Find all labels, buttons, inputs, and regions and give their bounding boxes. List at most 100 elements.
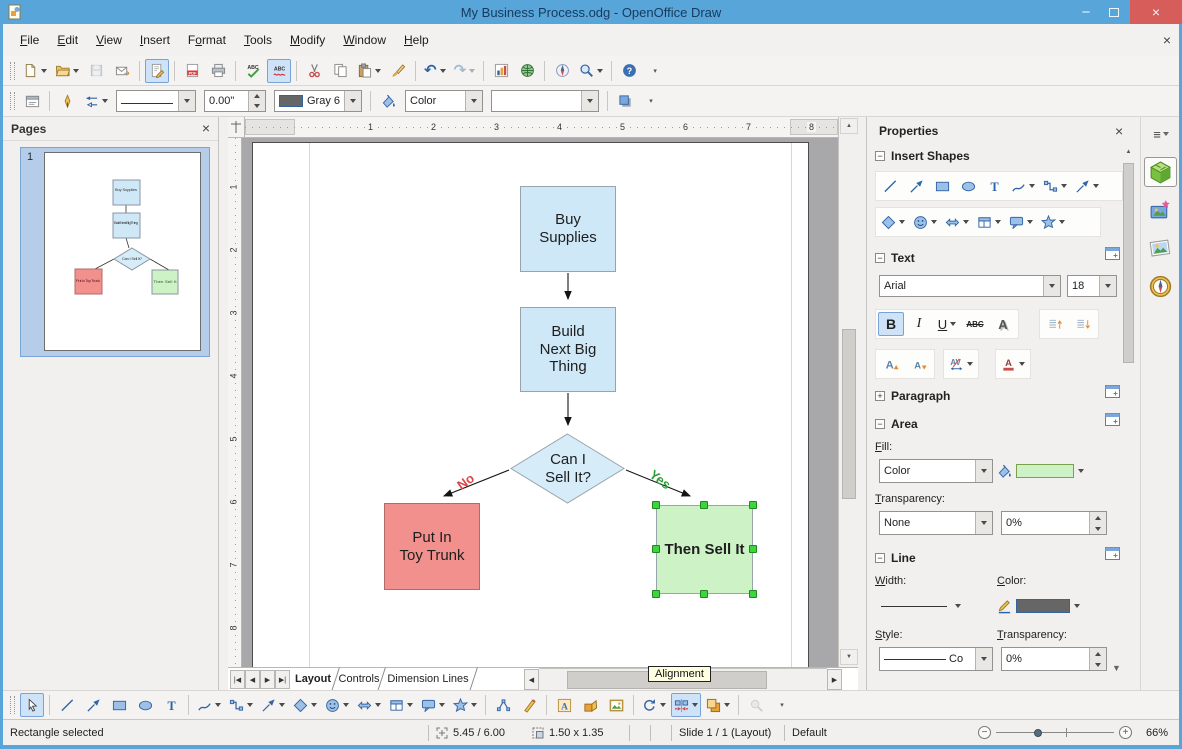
menu-format[interactable]: Format bbox=[179, 28, 235, 52]
selection-handle[interactable] bbox=[749, 590, 757, 598]
menu-insert[interactable]: Insert bbox=[131, 28, 179, 52]
increase-para-spacing-button[interactable] bbox=[1042, 312, 1068, 336]
tab-layout[interactable]: Layout bbox=[290, 668, 336, 690]
curve-button[interactable] bbox=[194, 693, 224, 717]
symbol-shapes-button[interactable] bbox=[322, 693, 352, 717]
char-spacing-button[interactable]: AV bbox=[946, 352, 976, 376]
menu-file[interactable]: File bbox=[11, 28, 48, 52]
area-dialog-launcher-icon[interactable] bbox=[1105, 413, 1120, 431]
collapse-icon[interactable]: − bbox=[875, 151, 885, 161]
chevron-down-icon[interactable] bbox=[1029, 184, 1035, 188]
block-arrows-button[interactable] bbox=[942, 210, 972, 234]
copy-button[interactable] bbox=[328, 59, 352, 83]
font-shadow-button[interactable]: A bbox=[990, 312, 1016, 336]
toolbar-options-button[interactable]: ▾ bbox=[639, 89, 663, 113]
chevron-down-icon[interactable] bbox=[343, 703, 349, 707]
chevron-down-icon[interactable] bbox=[581, 91, 598, 111]
shrink-font-button[interactable]: A bbox=[906, 352, 932, 376]
line-style-select[interactable]: Co bbox=[879, 647, 993, 671]
help-button[interactable]: ? bbox=[617, 59, 641, 83]
chevron-down-icon[interactable] bbox=[41, 69, 47, 73]
tab-controls[interactable]: Controls bbox=[336, 668, 382, 690]
scroll-up-icon[interactable]: ▲ bbox=[840, 118, 858, 134]
email-button[interactable] bbox=[110, 59, 134, 83]
line-button[interactable] bbox=[55, 693, 79, 717]
properties-tab[interactable] bbox=[1144, 157, 1177, 187]
chevron-down-icon[interactable] bbox=[597, 69, 603, 73]
zoom-out-icon[interactable]: − bbox=[978, 726, 991, 739]
chevron-down-icon[interactable] bbox=[469, 69, 475, 73]
scroll-right-icon[interactable]: ▶ bbox=[827, 669, 842, 690]
fill-can-icon[interactable] bbox=[376, 89, 400, 113]
chevron-down-icon[interactable] bbox=[407, 703, 413, 707]
selection-handle[interactable] bbox=[652, 545, 660, 553]
rectangle-button[interactable] bbox=[930, 174, 954, 198]
menu-tools[interactable]: Tools bbox=[235, 28, 281, 52]
menu-window[interactable]: Window bbox=[334, 28, 395, 52]
chevron-down-icon[interactable] bbox=[899, 220, 905, 224]
chevron-down-icon[interactable] bbox=[995, 220, 1001, 224]
close-properties-icon[interactable]: × bbox=[1115, 124, 1123, 139]
minimize-button[interactable]: − bbox=[1072, 0, 1100, 24]
flow-box-yes[interactable]: Then Sell It bbox=[656, 505, 753, 594]
chevron-down-icon[interactable] bbox=[247, 703, 253, 707]
transparency-type-select[interactable]: None bbox=[879, 511, 993, 535]
previous-page-button[interactable]: ◀ bbox=[245, 670, 260, 689]
sidebar-menu-icon[interactable]: ≡ bbox=[1148, 125, 1174, 143]
chevron-down-icon[interactable] bbox=[724, 703, 730, 707]
chevron-down-icon[interactable] bbox=[975, 512, 992, 534]
menu-view[interactable]: View bbox=[87, 28, 131, 52]
menu-help[interactable]: Help bbox=[395, 28, 438, 52]
chevron-down-icon[interactable] bbox=[215, 703, 221, 707]
export-pdf-button[interactable]: PDF bbox=[180, 59, 204, 83]
stars-button[interactable] bbox=[450, 693, 480, 717]
chevron-down-icon[interactable] bbox=[975, 460, 992, 482]
open-button[interactable] bbox=[52, 59, 82, 83]
chevron-down-icon[interactable] bbox=[311, 703, 317, 707]
flow-box-build[interactable]: Build Next Big Thing bbox=[520, 307, 616, 392]
connector-button[interactable] bbox=[1040, 174, 1070, 198]
paragraph-dialog-launcher-icon[interactable] bbox=[1105, 385, 1120, 403]
arrow-button[interactable] bbox=[904, 174, 928, 198]
decrease-para-spacing-button[interactable] bbox=[1070, 312, 1096, 336]
fontwork-button[interactable]: A bbox=[552, 693, 576, 717]
connector-button[interactable] bbox=[226, 693, 256, 717]
chevron-down-icon[interactable] bbox=[1043, 276, 1060, 296]
chevron-down-icon[interactable] bbox=[1019, 362, 1025, 366]
text-button[interactable]: T bbox=[982, 174, 1006, 198]
selection-handle[interactable] bbox=[700, 501, 708, 509]
selection-handle[interactable] bbox=[700, 590, 708, 598]
chevron-down-icon[interactable] bbox=[963, 220, 969, 224]
selection-handle[interactable] bbox=[652, 590, 660, 598]
page-thumbnail-selected[interactable]: 1 Buy Supplies Build Next Big Thing bbox=[20, 147, 210, 357]
pen-button[interactable] bbox=[55, 89, 79, 113]
fill-color-select[interactable] bbox=[491, 90, 599, 112]
extrusion-button[interactable] bbox=[578, 693, 602, 717]
text-button[interactable]: T bbox=[159, 693, 183, 717]
collapse-icon[interactable]: − bbox=[875, 253, 885, 263]
basic-shapes-button[interactable] bbox=[290, 693, 320, 717]
chevron-down-icon[interactable] bbox=[1059, 220, 1065, 224]
toolbar-options-button[interactable]: ▾ bbox=[770, 693, 794, 717]
scroll-down-icon[interactable]: ▼ bbox=[840, 649, 858, 665]
symbol-shapes-button[interactable] bbox=[910, 210, 940, 234]
chevron-down-icon[interactable] bbox=[102, 99, 108, 103]
chevron-down-icon[interactable] bbox=[279, 703, 285, 707]
chevron-down-icon[interactable] bbox=[931, 220, 937, 224]
text-dialog-launcher-icon[interactable] bbox=[1105, 247, 1120, 265]
selection-handle[interactable] bbox=[749, 545, 757, 553]
panel-scroll-down-icon[interactable]: ▼ bbox=[1112, 663, 1121, 673]
toolbar-options-button[interactable]: ▾ bbox=[643, 59, 667, 83]
chevron-down-icon[interactable] bbox=[344, 91, 361, 111]
close-document-icon[interactable]: × bbox=[1163, 33, 1171, 48]
toolbar-grip[interactable] bbox=[10, 92, 15, 110]
edit-points-button[interactable] bbox=[491, 693, 515, 717]
menu-modify[interactable]: Modify bbox=[281, 28, 334, 52]
panel-scroll-thumb[interactable] bbox=[1123, 163, 1134, 363]
selection-handle[interactable] bbox=[652, 501, 660, 509]
next-page-button[interactable]: ▶ bbox=[260, 670, 275, 689]
vertical-scroll-thumb[interactable] bbox=[842, 329, 856, 499]
area-fill-type-select[interactable]: Color bbox=[879, 459, 993, 483]
chevron-down-icon[interactable] bbox=[73, 69, 79, 73]
select-button[interactable] bbox=[20, 693, 44, 717]
